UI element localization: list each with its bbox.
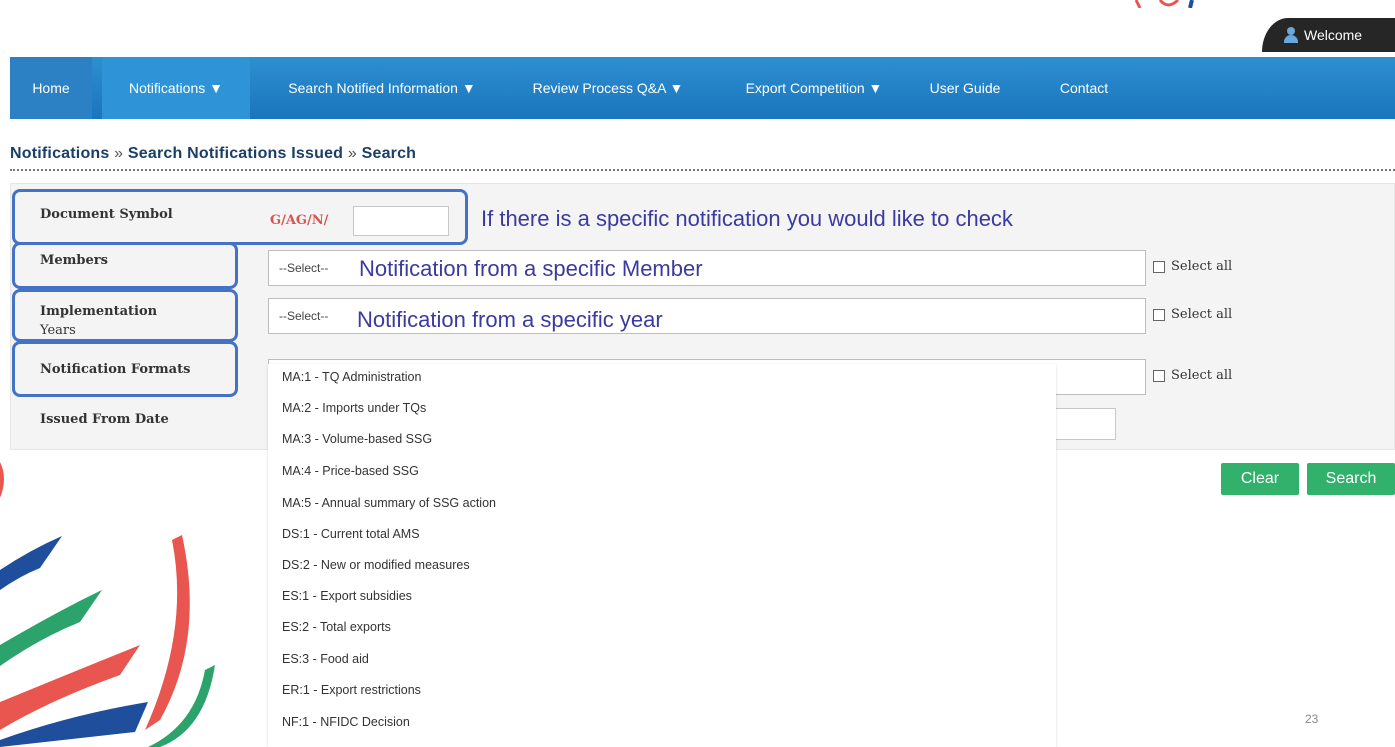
dropdown-option[interactable]: MA:5 - Annual summary of SSG action	[282, 496, 496, 510]
members-select-all-checkbox[interactable]	[1153, 260, 1165, 273]
nav-contact[interactable]: Contact	[1044, 57, 1124, 119]
dropdown-option[interactable]: MA:1 - TQ Administration	[282, 370, 421, 384]
select-all-label: Select all	[1171, 368, 1233, 383]
main-navbar: Home Notifications ▼ Search Notified Inf…	[10, 57, 1395, 119]
dropdown-option[interactable]: ES:3 - Food aid	[282, 652, 369, 666]
nav-notifications[interactable]: Notifications ▼	[102, 57, 250, 119]
issued-from-date-input[interactable]	[1052, 408, 1116, 440]
dropdown-option[interactable]: MA:2 - Imports under TQs	[282, 401, 426, 415]
highlight-implementation-years	[12, 289, 238, 342]
welcome-user-menu[interactable]: Welcome	[1262, 18, 1395, 52]
dropdown-option[interactable]: MA:4 - Price-based SSG	[282, 464, 419, 478]
members-select-all[interactable]: Select all	[1153, 259, 1232, 274]
breadcrumb: Notifications » Search Notifications Iss…	[10, 145, 416, 163]
breadcrumb-separator: »	[347, 145, 357, 162]
dropdown-option[interactable]: DS:2 - New or modified measures	[282, 558, 470, 572]
annotation-members: Notification from a specific Member	[359, 256, 703, 281]
breadcrumb-notifications[interactable]: Notifications	[10, 145, 110, 162]
user-icon	[1284, 27, 1298, 43]
welcome-label: Welcome	[1304, 27, 1363, 43]
members-select-value: --Select--	[279, 261, 329, 275]
highlight-members	[12, 242, 238, 289]
select-all-label: Select all	[1171, 259, 1233, 274]
breadcrumb-divider	[10, 169, 1395, 171]
formats-select-all-checkbox[interactable]	[1153, 369, 1165, 382]
search-button[interactable]: Search	[1307, 463, 1395, 495]
select-all-label: Select all	[1171, 307, 1233, 322]
nav-review-process-qa[interactable]: Review Process Q&A ▼	[510, 57, 706, 119]
years-select-all-checkbox[interactable]	[1153, 308, 1165, 321]
breadcrumb-separator: »	[114, 145, 124, 162]
dropdown-option[interactable]: ES:2 - Total exports	[282, 620, 391, 634]
breadcrumb-search-notifications-issued[interactable]: Search Notifications Issued	[128, 145, 343, 162]
nav-home[interactable]: Home	[10, 57, 92, 119]
nav-user-guide[interactable]: User Guide	[916, 57, 1014, 119]
formats-select-all[interactable]: Select all	[1153, 368, 1232, 383]
annotation-years: Notification from a specific year	[357, 307, 663, 332]
slide-page-number: 23	[1305, 712, 1319, 726]
years-select-all[interactable]: Select all	[1153, 307, 1232, 322]
annotation-document-symbol: If there is a specific notification you …	[481, 206, 1013, 231]
dropdown-option[interactable]: ES:1 - Export subsidies	[282, 589, 412, 603]
dropdown-option[interactable]: ER:1 - Export restrictions	[282, 683, 421, 697]
highlight-notification-formats	[12, 341, 238, 397]
wto-logo-fragment	[1134, 0, 1194, 8]
nav-search-notified-information[interactable]: Search Notified Information ▼	[264, 57, 500, 119]
dropdown-option[interactable]: MA:3 - Volume-based SSG	[282, 432, 432, 446]
nav-export-competition[interactable]: Export Competition ▼	[724, 57, 904, 119]
highlight-document-symbol	[12, 189, 468, 245]
dropdown-option[interactable]: DS:1 - Current total AMS	[282, 527, 420, 541]
dropdown-option[interactable]: NF:1 - NFIDC Decision	[282, 715, 410, 729]
wto-logo-decoration	[0, 462, 215, 747]
clear-button[interactable]: Clear	[1221, 463, 1299, 495]
notification-formats-dropdown[interactable]: MA:1 - TQ Administration MA:2 - Imports …	[268, 364, 1056, 747]
implementation-years-select-value: --Select--	[279, 309, 329, 323]
breadcrumb-search: Search	[361, 145, 417, 162]
issued-from-date-label: Issued From Date	[40, 412, 169, 427]
